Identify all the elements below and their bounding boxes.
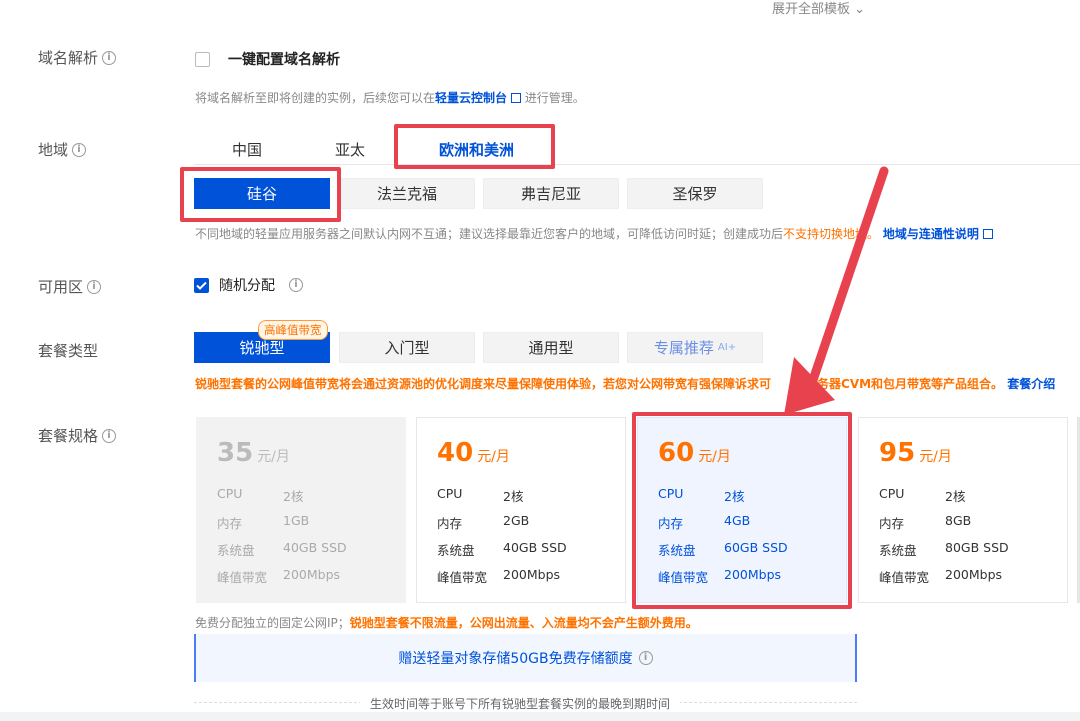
zone-random-label: 随机分配 bbox=[219, 278, 275, 294]
zone-label: 可用区 i bbox=[38, 276, 102, 297]
plan-card-35: 35 元/月 CPU 2核 内存 1GB 系统盘 40GB SSD 峰值带宽 200Mbp… bbox=[196, 417, 406, 603]
domain-resolution-hint: 将域名解析至即将创建的实例，后续您可以在轻量云控制台 进行管理。 bbox=[195, 91, 585, 105]
plan-footnote: 免费分配独立的固定公网IP；锐驰型套餐不限流量，公网出流量、入流量均不会产生额外… bbox=[195, 616, 698, 630]
highlight-box-city bbox=[180, 167, 341, 222]
info-icon[interactable]: i bbox=[87, 279, 102, 294]
bottom-bar bbox=[0, 712, 1080, 721]
tab-china[interactable]: 中国 bbox=[232, 139, 262, 160]
zone-random-option[interactable]: 随机分配 i bbox=[194, 275, 303, 295]
zone-random-checkbox[interactable] bbox=[194, 277, 209, 293]
domain-resolution-option[interactable]: 一键配置域名解析 bbox=[195, 49, 340, 69]
region-tab-underline bbox=[194, 164, 1080, 165]
plan-card-95[interactable]: 95 元/月 CPU 2核 内存 8GB 系统盘 80GB SSD 峰值带宽 200Mbp… bbox=[858, 417, 1068, 603]
domain-resolution-checkbox[interactable] bbox=[195, 51, 210, 67]
city-virginia[interactable]: 弗吉尼亚 bbox=[483, 178, 619, 209]
validity-note: 生效时间等于账号下所有锐驰型套餐实例的最晚到期时间 bbox=[360, 695, 681, 712]
domain-resolution-checkbox-label: 一键配置域名解析 bbox=[228, 52, 340, 68]
highlight-box-region-tab bbox=[394, 124, 555, 169]
info-icon[interactable]: i bbox=[72, 142, 87, 157]
plan-type-hint: 锐驰型套餐的公网峰值带宽将会通过资源池的优化调度来尽量保障使用体验，若您对公网带… bbox=[195, 377, 1056, 391]
info-icon[interactable]: i bbox=[102, 50, 117, 65]
info-icon[interactable]: i bbox=[289, 278, 303, 292]
ai-badge: AI+ bbox=[717, 342, 737, 353]
plan-type-label: 套餐类型 bbox=[38, 342, 99, 360]
plan-type-general[interactable]: 通用型 bbox=[483, 332, 619, 363]
domain-resolution-label: 域名解析 i bbox=[38, 47, 117, 68]
peak-bandwidth-badge: 高峰值带宽 bbox=[258, 320, 328, 340]
highlight-box-plan-60 bbox=[632, 412, 852, 609]
info-icon[interactable]: i bbox=[638, 651, 653, 665]
free-storage-banner: 赠送轻量对象存储50GB免费存储额度 i bbox=[194, 634, 857, 682]
region-label: 地域 i bbox=[38, 139, 87, 160]
city-frankfurt[interactable]: 法兰克福 bbox=[339, 178, 475, 209]
annotation-arrow-icon bbox=[784, 166, 889, 415]
plan-card-40[interactable]: 40 元/月 CPU 2核 内存 2GB 系统盘 40GB SSD 峰值带宽 200Mbp… bbox=[416, 417, 626, 603]
plan-type-entry[interactable]: 入门型 bbox=[339, 332, 475, 363]
tab-asia-pacific[interactable]: 亚太 bbox=[335, 139, 365, 160]
external-link-icon[interactable] bbox=[510, 93, 521, 103]
plan-intro-link[interactable]: 套餐介绍 bbox=[1007, 377, 1055, 391]
plan-spec-label: 套餐规格 i bbox=[38, 425, 117, 446]
chevron-down-icon: ⌄ bbox=[854, 2, 866, 17]
console-link[interactable]: 轻量云控制台 bbox=[435, 91, 507, 105]
city-sao-paulo[interactable]: 圣保罗 bbox=[627, 178, 763, 209]
checkmark-icon bbox=[196, 281, 207, 290]
external-link-icon[interactable] bbox=[982, 229, 993, 239]
info-icon[interactable]: i bbox=[102, 428, 117, 443]
expand-templates-link[interactable]: 展开全部模板 ⌄ bbox=[772, 0, 865, 17]
plan-type-recommend[interactable]: 专属推荐 AI+ bbox=[627, 332, 763, 363]
region-connectivity-link[interactable]: 地域与连通性说明 bbox=[883, 227, 979, 241]
